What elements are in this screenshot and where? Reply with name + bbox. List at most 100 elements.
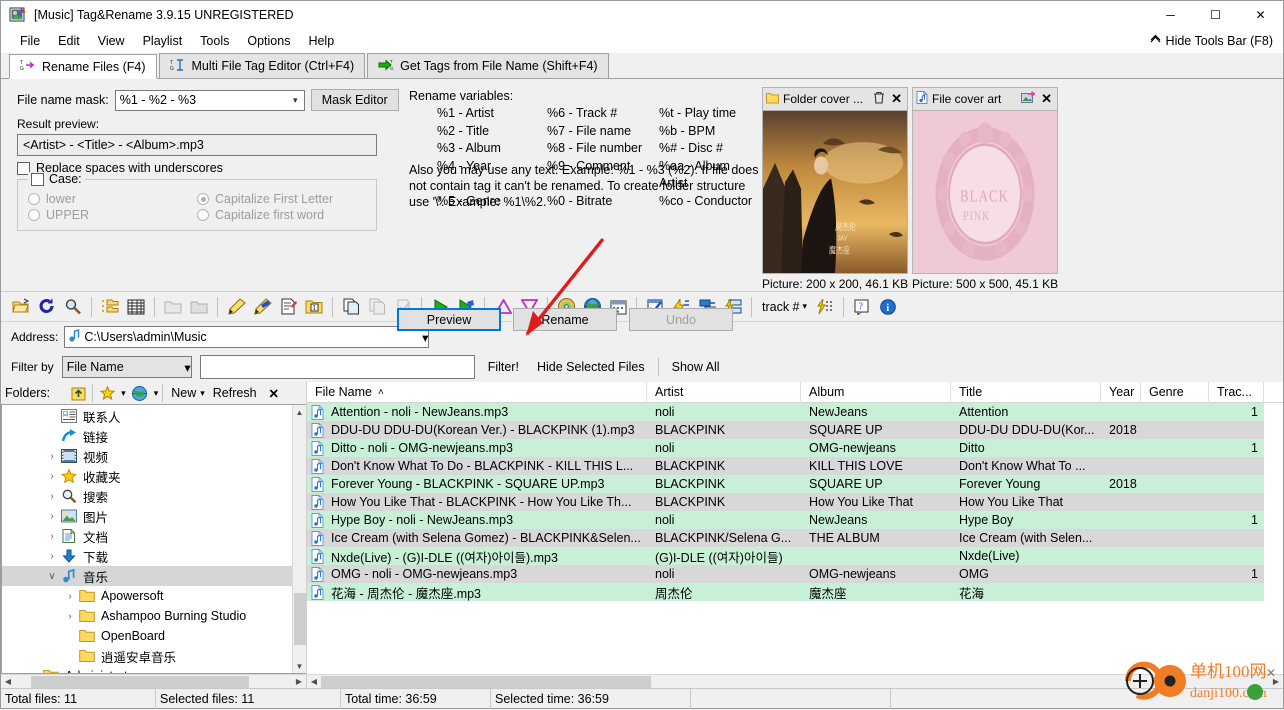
tree-expand-toggle[interactable]: › [44,531,60,542]
refresh-icon[interactable] [35,295,59,319]
cell-year[interactable] [1101,511,1141,529]
column-header-file-name[interactable]: File Name ˄ [307,382,647,403]
cell-track[interactable]: 1 [1209,511,1264,529]
cell-title[interactable]: Attention [951,403,1101,421]
auto-number-icon[interactable] [813,295,837,319]
cell-title[interactable]: How You Like That [951,493,1101,511]
tree-item[interactable]: 链接 [2,426,292,446]
cell-track[interactable] [1209,421,1264,439]
file-list-horizontal-scrollbar[interactable]: ◀ ▶ [307,674,1283,688]
cell-artist[interactable]: BLACKPINK [647,493,801,511]
folder-tree-icon[interactable] [98,295,122,319]
tree-expand-toggle[interactable]: ∨ [44,571,60,582]
chevron-down-icon[interactable]: ▾ [803,301,808,312]
folder-tree-horizontal-scrollbar[interactable]: ◀ ▶ [1,674,306,688]
scrollbar-thumb[interactable] [31,675,249,688]
tree-item[interactable]: › 收藏夹 [2,466,292,486]
up-folder-icon[interactable] [68,384,88,403]
radio-lower[interactable]: lower [28,192,197,206]
tree-expand-toggle[interactable]: › [62,591,78,602]
column-header-album[interactable]: Album [801,382,951,403]
radio-capitalize-first-letter[interactable]: Capitalize First Letter [197,192,366,206]
cell-genre[interactable] [1141,421,1209,439]
cell-title[interactable]: Ditto [951,439,1101,457]
cell-track[interactable] [1209,529,1264,547]
file-cover-close-icon[interactable]: ✕ [1039,91,1054,107]
cell-artist[interactable]: noli [647,565,801,583]
cell-track[interactable]: 1 [1209,403,1264,421]
file-row[interactable]: DDU-DU DDU-DU(Korean Ver.) - BLACKPINK (… [307,421,1283,439]
tree-item[interactable]: › 下载 [2,546,292,566]
folder-cover-close-icon[interactable]: ✕ [889,91,904,107]
edit-file-icon[interactable] [276,295,300,319]
cell-year[interactable] [1101,547,1141,565]
cell-file-name[interactable]: Don't Know What To Do - BLACKPINK - KILL… [307,457,647,475]
tree-item[interactable]: 联系人 [2,406,292,426]
scroll-right-button[interactable]: ▶ [292,675,306,689]
copy-icon[interactable] [339,295,363,319]
menu-help[interactable]: Help [299,31,343,51]
cell-file-name[interactable]: OMG - noli - OMG-newjeans.mp3 [307,565,647,583]
cell-album[interactable]: OMG-newjeans [801,565,951,583]
show-all-button[interactable]: Show All [667,358,725,376]
scrollbar-thumb[interactable] [321,675,651,688]
tree-expand-toggle[interactable]: › [26,671,42,674]
tree-expand-toggle[interactable]: › [44,551,60,562]
cell-title[interactable]: Don't Know What To ... [951,457,1101,475]
cell-file-name[interactable]: Forever Young - BLACKPINK - SQUARE UP.mp… [307,475,647,493]
tree-expand-toggle[interactable]: › [44,471,60,482]
chevron-down-icon[interactable]: ▾ [200,388,205,399]
menu-options[interactable]: Options [238,31,299,51]
cell-file-name[interactable]: Ditto - noli - OMG-newjeans.mp3 [307,439,647,457]
globe-icon[interactable] [130,384,150,403]
mask-editor-button[interactable]: Mask Editor [310,89,399,111]
cell-album[interactable]: 魔杰座 [801,583,951,601]
cell-album[interactable]: SQUARE UP [801,475,951,493]
folder-tree[interactable]: 联系人 链接 › 视频 › 收藏夹 › 搜索 › 图片 › 文档 › 下载 ∨ 音乐 › Apowersoft › A… [2,405,292,673]
filter-input[interactable] [199,355,475,379]
cell-genre[interactable] [1141,547,1209,565]
cell-artist[interactable]: BLACKPINK/Selena G... [647,529,801,547]
track-number-combo[interactable]: track # ▾ [758,296,811,318]
cell-year[interactable] [1101,565,1141,583]
cell-year[interactable] [1101,403,1141,421]
cell-album[interactable]: KILL THIS LOVE [801,457,951,475]
chevron-down-icon[interactable]: ▾ [121,388,126,399]
column-header-genre[interactable]: Genre [1141,382,1209,403]
file-row[interactable]: Nxde(Live) - (G)I-DLE ((여자)아이들).mp3 (G)I-… [307,547,1283,565]
menu-playlist[interactable]: Playlist [134,31,192,51]
chevron-down-icon[interactable]: ▾ [154,388,159,399]
menu-tools[interactable]: Tools [191,31,238,51]
cell-year[interactable] [1101,457,1141,475]
cell-year[interactable] [1101,529,1141,547]
file-row[interactable]: Forever Young - BLACKPINK - SQUARE UP.mp… [307,475,1283,493]
file-list-body[interactable]: Attention - noli - NewJeans.mp3 noli NewJe… [307,403,1283,674]
tab-get-tags-from-file-name[interactable]: TG Get Tags from File Name (Shift+F4) [367,53,609,78]
file-name-mask-combo[interactable]: %1 - %2 - %3 ▾ [114,89,305,111]
radio-icon[interactable] [197,209,209,221]
cell-file-name[interactable]: Attention - noli - NewJeans.mp3 [307,403,647,421]
tab-multi-file-tag-editor[interactable]: TG Multi File Tag Editor (Ctrl+F4) [158,53,366,78]
menu-edit[interactable]: Edit [49,31,89,51]
cell-track[interactable] [1209,457,1264,475]
cell-artist[interactable]: (G)I-DLE ((여자)아이들) [647,547,801,565]
tree-item[interactable]: › 文档 [2,526,292,546]
filter-by-combo[interactable]: File Name ▾ [61,356,192,378]
scroll-right-button[interactable]: ▶ [1269,675,1283,689]
file-row[interactable]: Hype Boy - noli - NewJeans.mp3 noli NewJea… [307,511,1283,529]
cell-title[interactable]: OMG [951,565,1101,583]
menu-file[interactable]: File [11,31,49,51]
case-checkbox-icon[interactable] [31,172,44,186]
radio-upper[interactable]: UPPER [28,208,197,222]
cell-file-name[interactable]: How You Like That - BLACKPINK - How You … [307,493,647,511]
cell-track[interactable] [1209,475,1264,493]
file-row[interactable]: Attention - noli - NewJeans.mp3 noli NewJe… [307,403,1283,421]
file-row[interactable]: 花海 - 周杰伦 - 魔杰座.mp3 周杰伦 魔杰座 花海 [307,583,1283,601]
cell-file-name[interactable]: Ice Cream (with Selena Gomez) - BLACKPIN… [307,529,647,547]
cell-file-name[interactable]: 花海 - 周杰伦 - 魔杰座.mp3 [307,583,647,601]
scroll-left-button[interactable]: ◀ [1,675,15,689]
file-row[interactable]: Ice Cream (with Selena Gomez) - BLACKPIN… [307,529,1283,547]
cell-title[interactable]: Nxde(Live) [951,547,1101,565]
tree-expand-toggle[interactable]: › [44,511,60,522]
cell-album[interactable]: SQUARE UP [801,421,951,439]
